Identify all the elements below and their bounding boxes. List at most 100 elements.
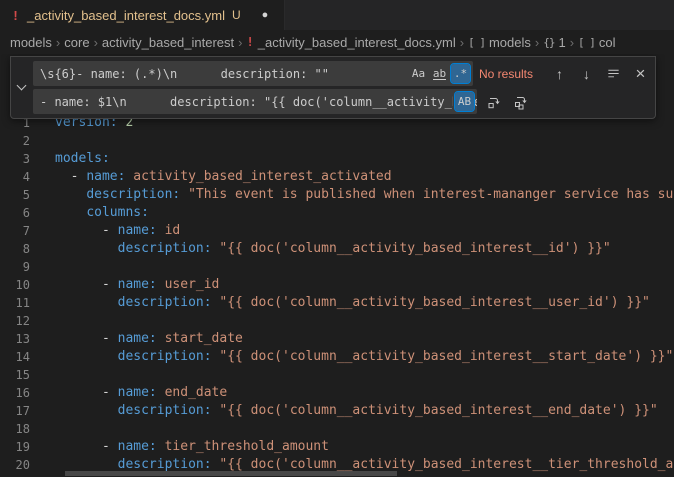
code-area[interactable]: 1version: 223models:4 - name: activity_b… — [0, 114, 674, 474]
whole-word-button[interactable]: ab — [430, 64, 449, 83]
code-token: - — [55, 169, 86, 184]
code-line-text: - name: user_id — [30, 276, 219, 294]
code-line[interactable]: 12 — [0, 312, 674, 330]
line-number[interactable]: 5 — [0, 186, 30, 204]
horizontal-scrollbar[interactable] — [65, 471, 397, 476]
line-number[interactable]: 20 — [0, 456, 30, 474]
line-number[interactable]: 10 — [0, 276, 30, 294]
code-line[interactable]: 8 description: "{{ doc('column__activity… — [0, 240, 674, 258]
code-token: - — [55, 439, 118, 454]
code-line[interactable]: 11 description: "{{ doc('column__activit… — [0, 294, 674, 312]
code-line-text: - name: id — [30, 222, 180, 240]
code-line[interactable]: 2 — [0, 132, 674, 150]
code-line[interactable]: 9 — [0, 258, 674, 276]
code-line[interactable]: 14 description: "{{ doc('column__activit… — [0, 348, 674, 366]
code-line[interactable]: 3models: — [0, 150, 674, 168]
find-results-count: No results — [479, 67, 543, 81]
code-line-text: - name: tier_threshold_amount — [30, 438, 329, 456]
line-number[interactable]: 6 — [0, 204, 30, 222]
code-token — [55, 457, 118, 472]
replace-button[interactable] — [483, 91, 504, 112]
code-line[interactable]: 7 - name: id — [0, 222, 674, 240]
code-line-text — [30, 312, 55, 330]
code-line[interactable]: 18 — [0, 420, 674, 438]
breadcrumb-item[interactable]: !_activity_based_interest_docs.yml — [247, 35, 456, 50]
code-token: "{{ doc('column__activity_based_interest… — [219, 295, 649, 310]
line-number[interactable]: 2 — [0, 132, 30, 150]
close-icon[interactable]: × — [630, 63, 651, 84]
previous-match-button[interactable]: ↑ — [549, 63, 570, 84]
code-token: user_id — [165, 277, 220, 292]
code-token: - — [55, 331, 118, 346]
code-token: activity_based_interest_activated — [133, 169, 391, 184]
line-number[interactable]: 17 — [0, 402, 30, 420]
code-line-text: description: "{{ doc('column__activity_b… — [30, 240, 611, 258]
code-line[interactable]: 15 — [0, 366, 674, 384]
code-token: "{{ doc('column__activity_based_interest… — [219, 457, 674, 472]
breadcrumb-item[interactable]: activity_based_interest — [102, 35, 234, 50]
line-number[interactable]: 12 — [0, 312, 30, 330]
yaml-file-icon: ! — [10, 8, 21, 23]
breadcrumb-separator-icon: › — [460, 35, 464, 50]
code-token — [157, 331, 165, 346]
line-number[interactable]: 15 — [0, 366, 30, 384]
code-line[interactable]: 13 - name: start_date — [0, 330, 674, 348]
breadcrumb-label: activity_based_interest — [102, 35, 234, 50]
editor-tab[interactable]: ! _activity_based_interest_docs.yml U ● — [0, 0, 285, 30]
code-line[interactable]: 10 - name: user_id — [0, 276, 674, 294]
line-number[interactable]: 3 — [0, 150, 30, 168]
toggle-replace-button[interactable] — [11, 57, 32, 118]
breadcrumb-label: 1 — [558, 35, 565, 50]
symbol-array-icon: [ ] — [468, 36, 485, 49]
code-line[interactable]: 5 description: "This event is published … — [0, 186, 674, 204]
breadcrumb-item[interactable]: [ ]models — [468, 35, 531, 50]
line-number[interactable]: 7 — [0, 222, 30, 240]
find-options: Aa ab .* — [407, 61, 470, 86]
line-number[interactable]: 19 — [0, 438, 30, 456]
code-line[interactable]: 4 - name: activity_based_interest_activa… — [0, 168, 674, 186]
line-number[interactable]: 8 — [0, 240, 30, 258]
line-number[interactable]: 13 — [0, 330, 30, 348]
code-token: - — [55, 385, 118, 400]
code-token — [157, 277, 165, 292]
next-match-button[interactable]: ↓ — [576, 63, 597, 84]
line-number[interactable]: 18 — [0, 420, 30, 438]
preserve-case-button[interactable]: AB — [455, 92, 474, 111]
code-token: description: — [86, 187, 180, 202]
line-number[interactable]: 9 — [0, 258, 30, 276]
unsaved-changes-dot[interactable]: ● — [262, 9, 269, 21]
code-token: - — [55, 223, 118, 238]
code-token: name: — [118, 277, 157, 292]
find-input[interactable]: \s{6}- name: (.*)\n description: "" Aa a… — [33, 61, 473, 86]
line-number[interactable]: 11 — [0, 294, 30, 312]
code-line[interactable]: 17 description: "{{ doc('column__activit… — [0, 402, 674, 420]
git-status-badge: U — [232, 8, 241, 22]
code-token: description: — [118, 403, 212, 418]
replace-input[interactable]: - name: $1\n description: "{{ doc('colum… — [33, 89, 477, 114]
code-token: name: — [86, 169, 125, 184]
find-query-text: \s{6}- name: (.*)\n description: "" — [33, 67, 329, 81]
code-line[interactable]: 16 - name: end_date — [0, 384, 674, 402]
code-token: "{{ doc('column__activity_based_interest… — [219, 403, 657, 418]
breadcrumb-item[interactable]: [ ]col — [578, 35, 616, 50]
breadcrumb-separator-icon: › — [238, 35, 242, 50]
match-case-button[interactable]: Aa — [409, 64, 428, 83]
yaml-file-icon: ! — [247, 35, 254, 49]
breadcrumb-separator-icon: › — [570, 35, 574, 50]
replace-all-button[interactable] — [510, 91, 531, 112]
line-number[interactable]: 16 — [0, 384, 30, 402]
breadcrumb-item[interactable]: models — [10, 35, 52, 50]
code-line[interactable]: 6 columns: — [0, 204, 674, 222]
line-number[interactable]: 14 — [0, 348, 30, 366]
line-number[interactable]: 4 — [0, 168, 30, 186]
regex-button[interactable]: .* — [451, 64, 470, 83]
breadcrumb-item[interactable]: {}1 — [543, 35, 565, 50]
code-line-text — [30, 132, 55, 150]
replace-row: - name: $1\n description: "{{ doc('colum… — [33, 89, 651, 114]
find-in-selection-button[interactable] — [603, 63, 624, 84]
code-line[interactable]: 19 - name: tier_threshold_amount — [0, 438, 674, 456]
code-token — [157, 385, 165, 400]
code-line-text: description: "{{ doc('column__activity_b… — [30, 402, 658, 420]
breadcrumb-label: models — [10, 35, 52, 50]
breadcrumb-item[interactable]: core — [64, 35, 89, 50]
